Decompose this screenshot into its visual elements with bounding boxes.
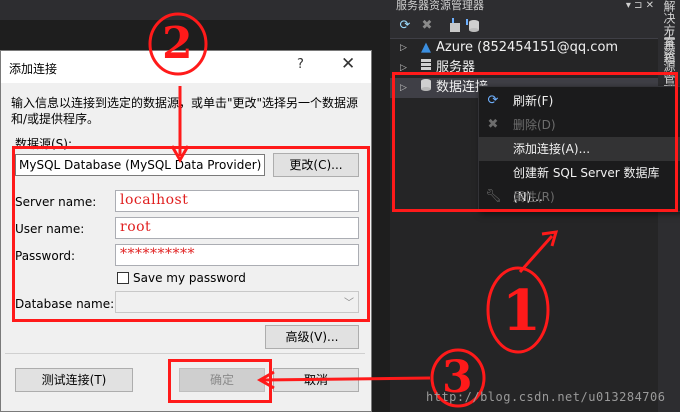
annotation-number-one: 1 (502, 278, 541, 344)
annotation-arrow-one (518, 235, 554, 273)
annotation-arrow-three (261, 376, 431, 382)
annotation-number-two: 2 (162, 18, 193, 69)
annotation-arrows (148, 12, 559, 408)
watermark-text: http://blog.csdn.net/u013284706 (426, 390, 666, 404)
